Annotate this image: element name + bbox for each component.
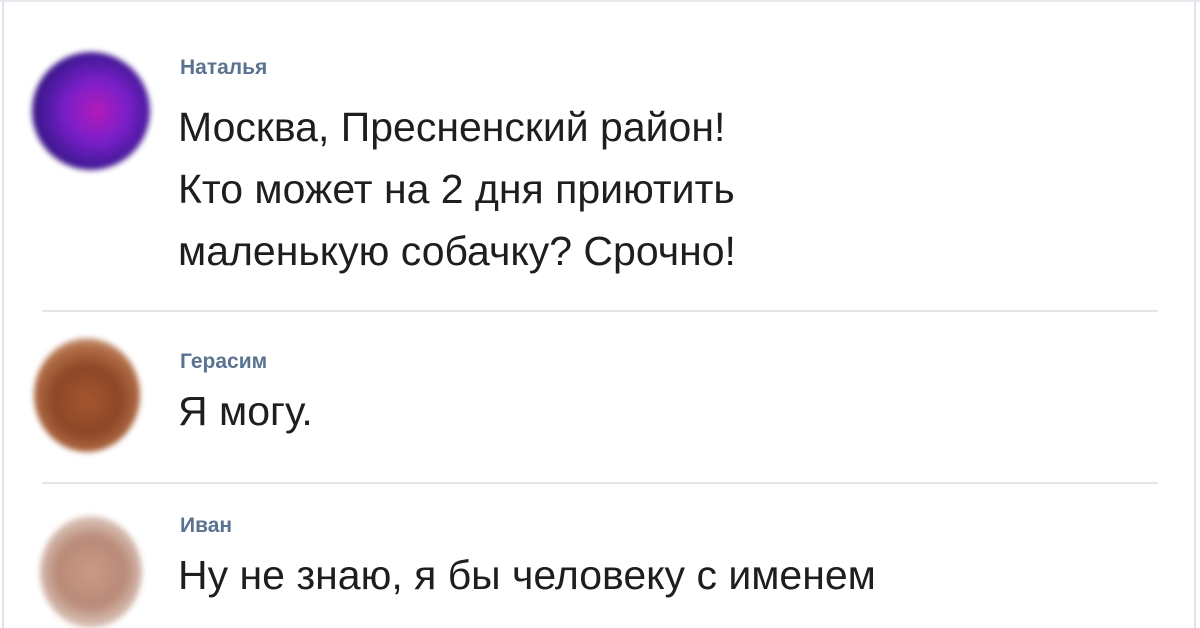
avatar[interactable] — [32, 52, 150, 170]
comment-author[interactable]: Наталья — [180, 56, 267, 80]
avatar[interactable] — [40, 516, 142, 628]
comment-text: Ну не знаю, я бы человеку с именем — [178, 544, 876, 606]
comment-text: Москва, Пресненский район! Кто может на … — [178, 96, 736, 282]
comment-author[interactable]: Герасим — [180, 350, 267, 374]
comment-text-line: Я могу. — [178, 388, 313, 434]
comment-text-line: маленькую собачку? Срочно! — [178, 228, 736, 274]
comment-author[interactable]: Иван — [180, 514, 232, 538]
comment-item: Иван Ну не знаю, я бы человеку с именем — [0, 484, 1200, 628]
comment-text: Я могу. — [178, 380, 313, 442]
avatar[interactable] — [34, 338, 140, 452]
comment-text-line: Ну не знаю, я бы человеку с именем — [178, 552, 876, 598]
comment-text-line: Кто может на 2 дня приютить — [178, 166, 735, 212]
comment-thread: Наталья Москва, Пресненский район! Кто м… — [0, 0, 1200, 628]
comment-item: Герасим Я могу. — [0, 312, 1200, 482]
comment-text-line: Москва, Пресненский район! — [178, 104, 726, 150]
comment-item: Наталья Москва, Пресненский район! Кто м… — [0, 0, 1200, 310]
